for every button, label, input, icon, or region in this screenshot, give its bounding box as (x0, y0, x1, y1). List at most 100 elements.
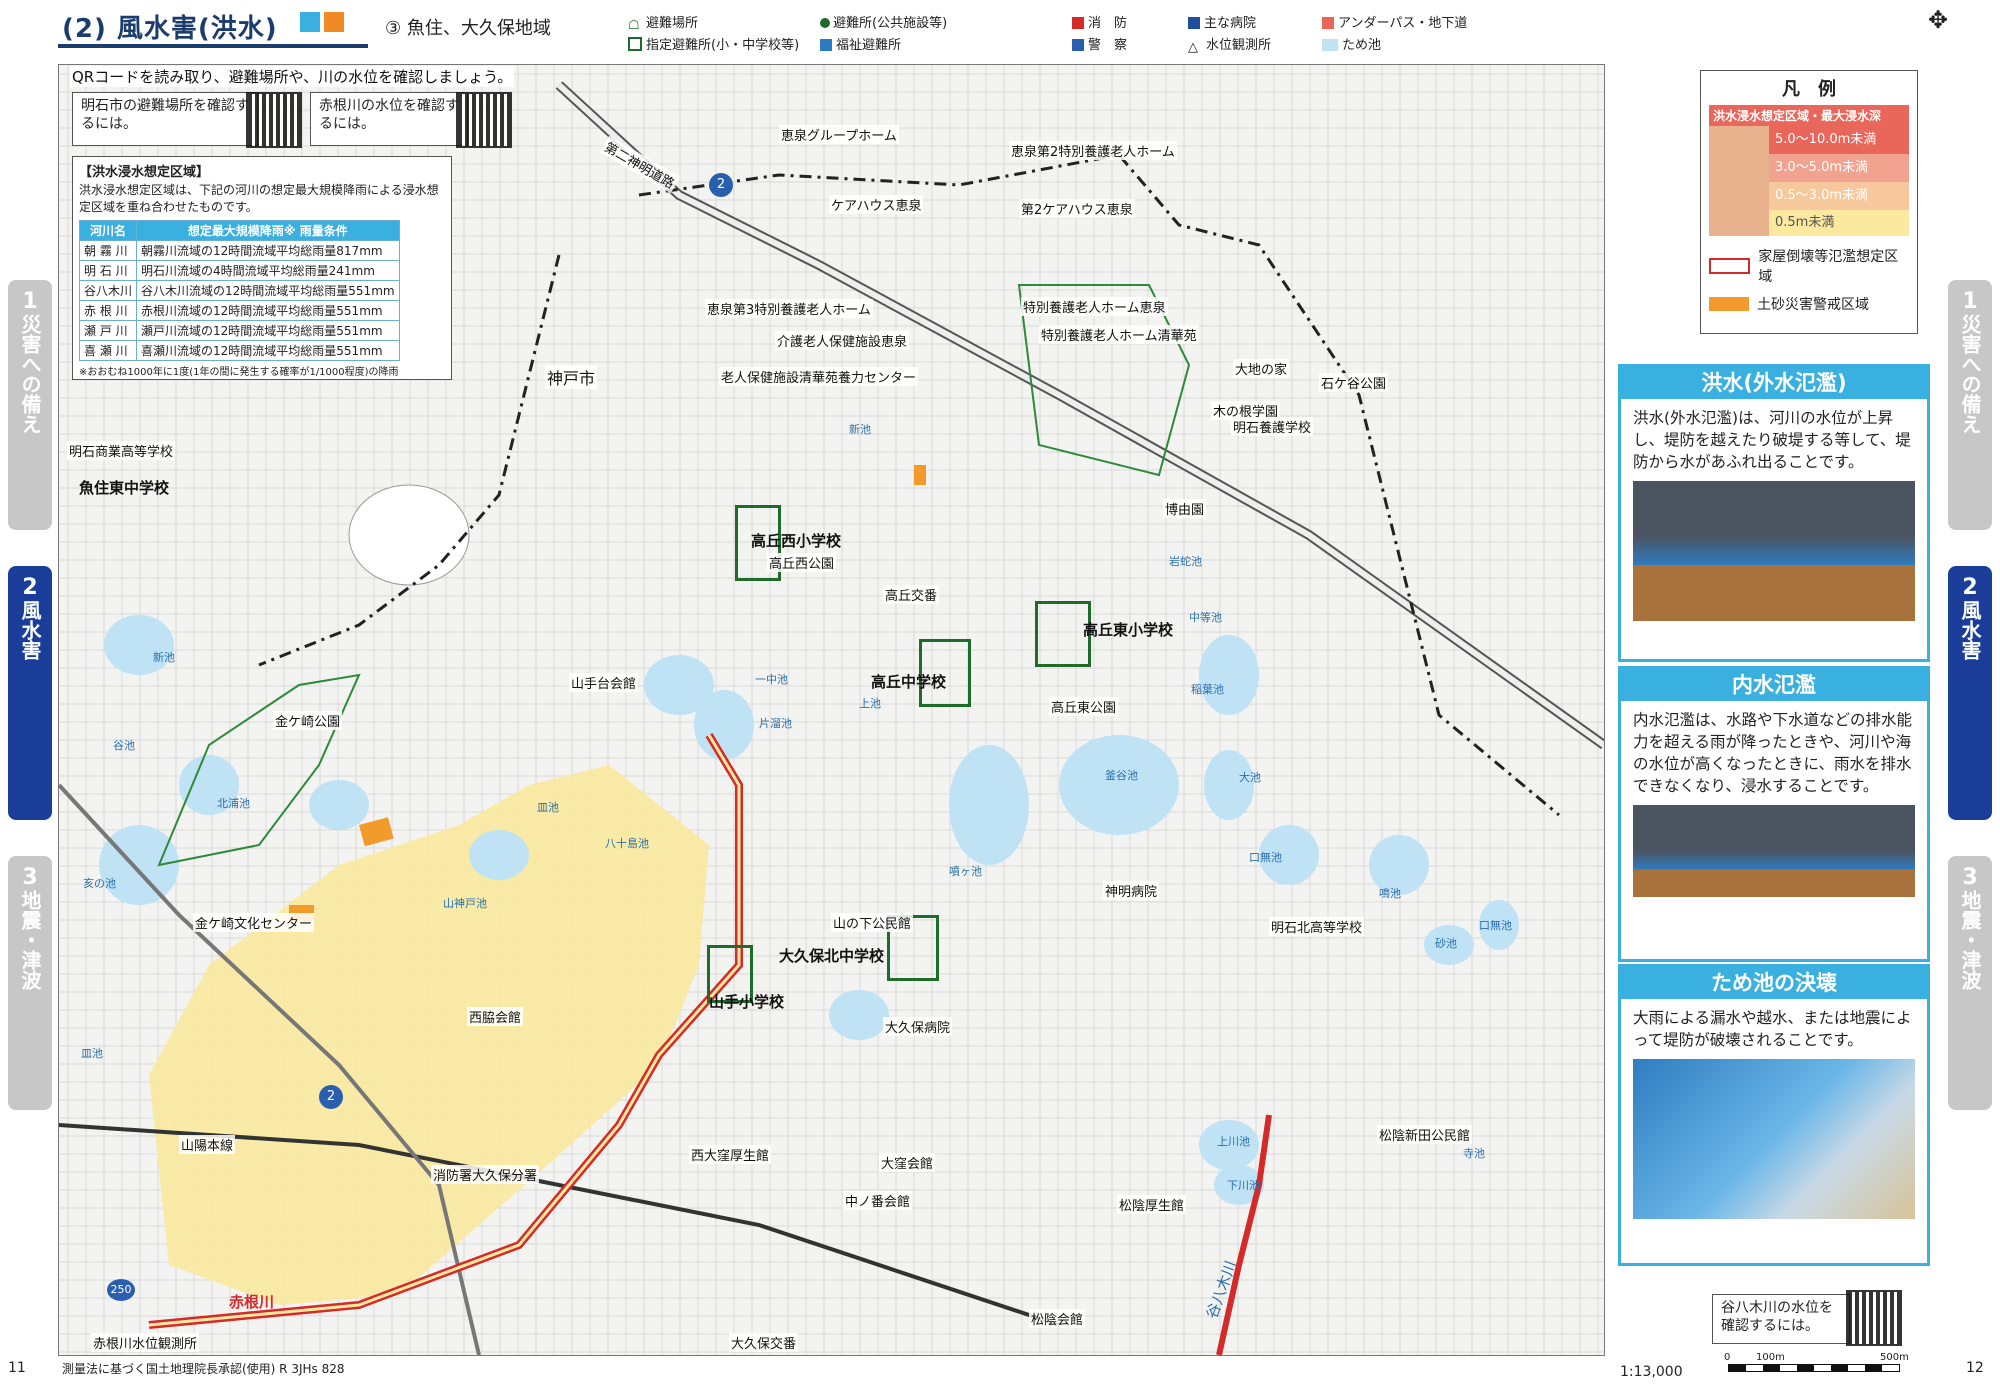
evacuation-site-icon: ☖ (628, 18, 640, 33)
info-box-title: ため池の決壊 (1621, 967, 1927, 999)
facility-label: 大久保交番 (729, 1333, 799, 1352)
route-shield: 2 (709, 173, 733, 197)
facility-label: 特別養護老人ホーム清華苑 (1039, 325, 1199, 344)
pond-label: 八十島池 (605, 837, 649, 850)
facility-label: 大久保病院 (883, 1017, 953, 1036)
table-row: 瀬 戸 川瀬戸川流域の12時間流域平均総雨量551mm (78, 320, 400, 341)
table-row: 喜 瀬 川喜瀬川流域の12時間流域平均総雨量551mm (78, 340, 400, 361)
legend-hospital: 主な病院 (1188, 12, 1256, 31)
info-box-body: 内水氾濫は、水路や下水道などの排水能力を超える雨が降ったときや、河川や海の水位が… (1633, 711, 1913, 795)
underpass-icon (1322, 17, 1334, 29)
map-legend: 凡 例 洪水浸水想定区域・最大浸水深 5.0〜10.0m未満 3.0〜5.0m未… (1700, 70, 1918, 334)
scale-bar (1728, 1364, 1900, 1372)
pond-label: 上池 (859, 697, 881, 710)
facility-label: 石ケ谷公園 (1319, 373, 1389, 392)
designated-shelter-icon (628, 37, 642, 51)
info-box-external-flood: 洪水(外水氾濫) 洪水(外水氾濫)は、河川の水位が上昇し、堤防を越えたり破堤する… (1618, 364, 1930, 662)
facility-label: 老人保健施設清華苑養力センター (719, 367, 919, 386)
facility-label: ケアハウス恵泉 (829, 195, 924, 214)
tab-storm-flood-right[interactable]: 2 風水害 (1948, 566, 1992, 820)
pond-icon (1322, 39, 1338, 51)
tab-disaster-prep-left[interactable]: 1 災害への備え (8, 280, 52, 530)
page-number-right: 12 (1966, 1360, 1984, 1376)
pond-label: 口無池 (1249, 851, 1282, 864)
tab-earthquake-left[interactable]: 3 地震・津波 (8, 856, 52, 1110)
facility-label: 赤根川水位観測所 (91, 1333, 200, 1352)
depth-row: 0.5m未満 (1769, 210, 1909, 236)
pond-label: 新池 (849, 423, 871, 436)
facility-label: 松陰新田公民館 (1377, 1125, 1473, 1144)
police-icon (1072, 39, 1084, 51)
facility-label: 第2ケアハウス恵泉 (1019, 199, 1135, 218)
school-label: 高丘西小学校 (751, 532, 842, 550)
facility-label: 山手台会館 (569, 673, 639, 692)
facility-label: 松陰厚生館 (1117, 1195, 1187, 1214)
facility-label: 博由園 (1163, 499, 1207, 518)
school-label: 魚住東中学校 (79, 479, 170, 497)
legend-welfare-shelter: 福祉避難所 (820, 34, 901, 53)
pond-label: 山神戸池 (443, 897, 487, 910)
pond-label: 口無池 (1479, 919, 1512, 932)
legend-water-gauge: △ 水位観測所 (1188, 38, 1272, 55)
landslide-icon (324, 12, 344, 32)
pond-label: 片溜池 (759, 717, 792, 730)
welfare-shelter-icon (820, 39, 832, 51)
depth-row: 3.0〜5.0m未満 (1769, 154, 1909, 182)
legend-evacuation-site: ☖ 避難場所 (628, 16, 699, 33)
depth-row: 5.0〜10.0m未満 (1769, 126, 1909, 154)
pond-label: 亥の池 (83, 877, 116, 890)
pond-label: 稲葉池 (1191, 683, 1224, 696)
map-scale: 1:13,000 (1620, 1364, 1683, 1380)
pond-label: 寺池 (1463, 1147, 1485, 1160)
school-label: 高丘中学校 (871, 673, 947, 691)
info-box-body: 洪水(外水氾濫)は、河川の水位が上昇し、堤防を越えたり破堤する等して、堤防から水… (1633, 409, 1911, 471)
qr-code-akane-river[interactable] (456, 92, 512, 148)
legend-designated-shelter: 指定避難所(小・中学校等) (628, 34, 799, 53)
info-box-title: 内水氾濫 (1621, 669, 1927, 701)
pond-label: 一中池 (755, 673, 788, 686)
pond-label: 皿池 (537, 801, 559, 814)
qr-code-taniyagi-river[interactable] (1846, 1290, 1902, 1346)
collapse-zone-swatch (1709, 258, 1751, 274)
title-underline (58, 44, 368, 48)
facility-label: 西脇会館 (467, 1007, 524, 1026)
legend-collapse-row: 家屋倒壊等氾濫想定区域 (1709, 246, 1909, 286)
tab-disaster-prep-right[interactable]: 1 災害への備え (1948, 280, 1992, 530)
qr-box-shelters[interactable]: 明石市の避難場所を確認するには。 (72, 92, 258, 146)
house-illustration (1709, 126, 1769, 236)
flood-info-heading: 【洪水浸水想定区域】 (79, 165, 210, 180)
landslide-swatch (1709, 297, 1749, 311)
pond-label: 岩蛇池 (1169, 555, 1202, 568)
city-label: 神戸市 (545, 365, 598, 389)
table-row: 赤 根 川赤根川流域の12時間流域平均総雨量551mm (78, 300, 400, 321)
info-box-pond-break: ため池の決壊 大雨による漏水や越水、または地震によって堤防が破壊されることです。 (1618, 964, 1930, 1266)
pond-label: 北浦池 (217, 797, 250, 810)
facility-label: 恵泉第2特別養護老人ホーム (1009, 141, 1177, 160)
depth-scale: 5.0〜10.0m未満 3.0〜5.0m未満 0.5〜3.0m未満 0.5m未満 (1709, 126, 1909, 236)
info-box-internal-flood: 内水氾濫 内水氾濫は、水路や下水道などの排水能力を超える雨が降ったときや、河川や… (1618, 666, 1930, 962)
pond-label: 噴ヶ池 (949, 865, 982, 878)
flood-info-footnote: ※おおむね1000年に1度(1年の間に発生する確率が1/1000程度)の降雨 (79, 367, 399, 378)
table-row: 谷八木川 谷八木川流域の12時間流域平均総雨量551mm (78, 280, 400, 301)
scale-tick: 100m (1756, 1352, 1785, 1363)
school-label: 山手小学校 (709, 993, 785, 1011)
area-subtitle: ③ 魚住、大久保地域 (385, 18, 551, 39)
flood-info-description: 洪水浸水想定区域は、下記の河川の想定最大規模降雨による浸水想定区域を重ね合わせた… (79, 183, 439, 214)
tab-storm-flood-left[interactable]: 2 風水害 (8, 566, 52, 820)
qr-box-akane-river[interactable]: 赤根川の水位を確認するには。 (310, 92, 468, 146)
water-gauge-icon: △ (1188, 40, 1198, 55)
river-label: 赤根川 (229, 1293, 275, 1311)
page-title: (2) 風水害(洪水) (62, 14, 278, 44)
flood-zone-info: 【洪水浸水想定区域】 洪水浸水想定区域は、下記の河川の想定最大規模降雨による浸水… (72, 156, 452, 380)
facility-label: 大窪会館 (879, 1153, 936, 1172)
facility-label: 高丘東公園 (1049, 697, 1119, 716)
facility-label: 明石養護学校 (1231, 417, 1314, 436)
facility-label: 山の下公民館 (831, 913, 914, 932)
facility-label: 恵泉グループホーム (779, 125, 899, 144)
pond-label: 砂池 (1435, 937, 1457, 950)
facility-label: 特別養護老人ホーム恵泉 (1021, 297, 1168, 316)
tab-earthquake-right[interactable]: 3 地震・津波 (1948, 856, 1992, 1110)
qr-box-taniyagi-river[interactable]: 谷八木川の水位を確認するには。 (1712, 1294, 1850, 1344)
pond-label: 上川池 (1217, 1135, 1250, 1148)
qr-code-shelters[interactable] (246, 92, 302, 148)
